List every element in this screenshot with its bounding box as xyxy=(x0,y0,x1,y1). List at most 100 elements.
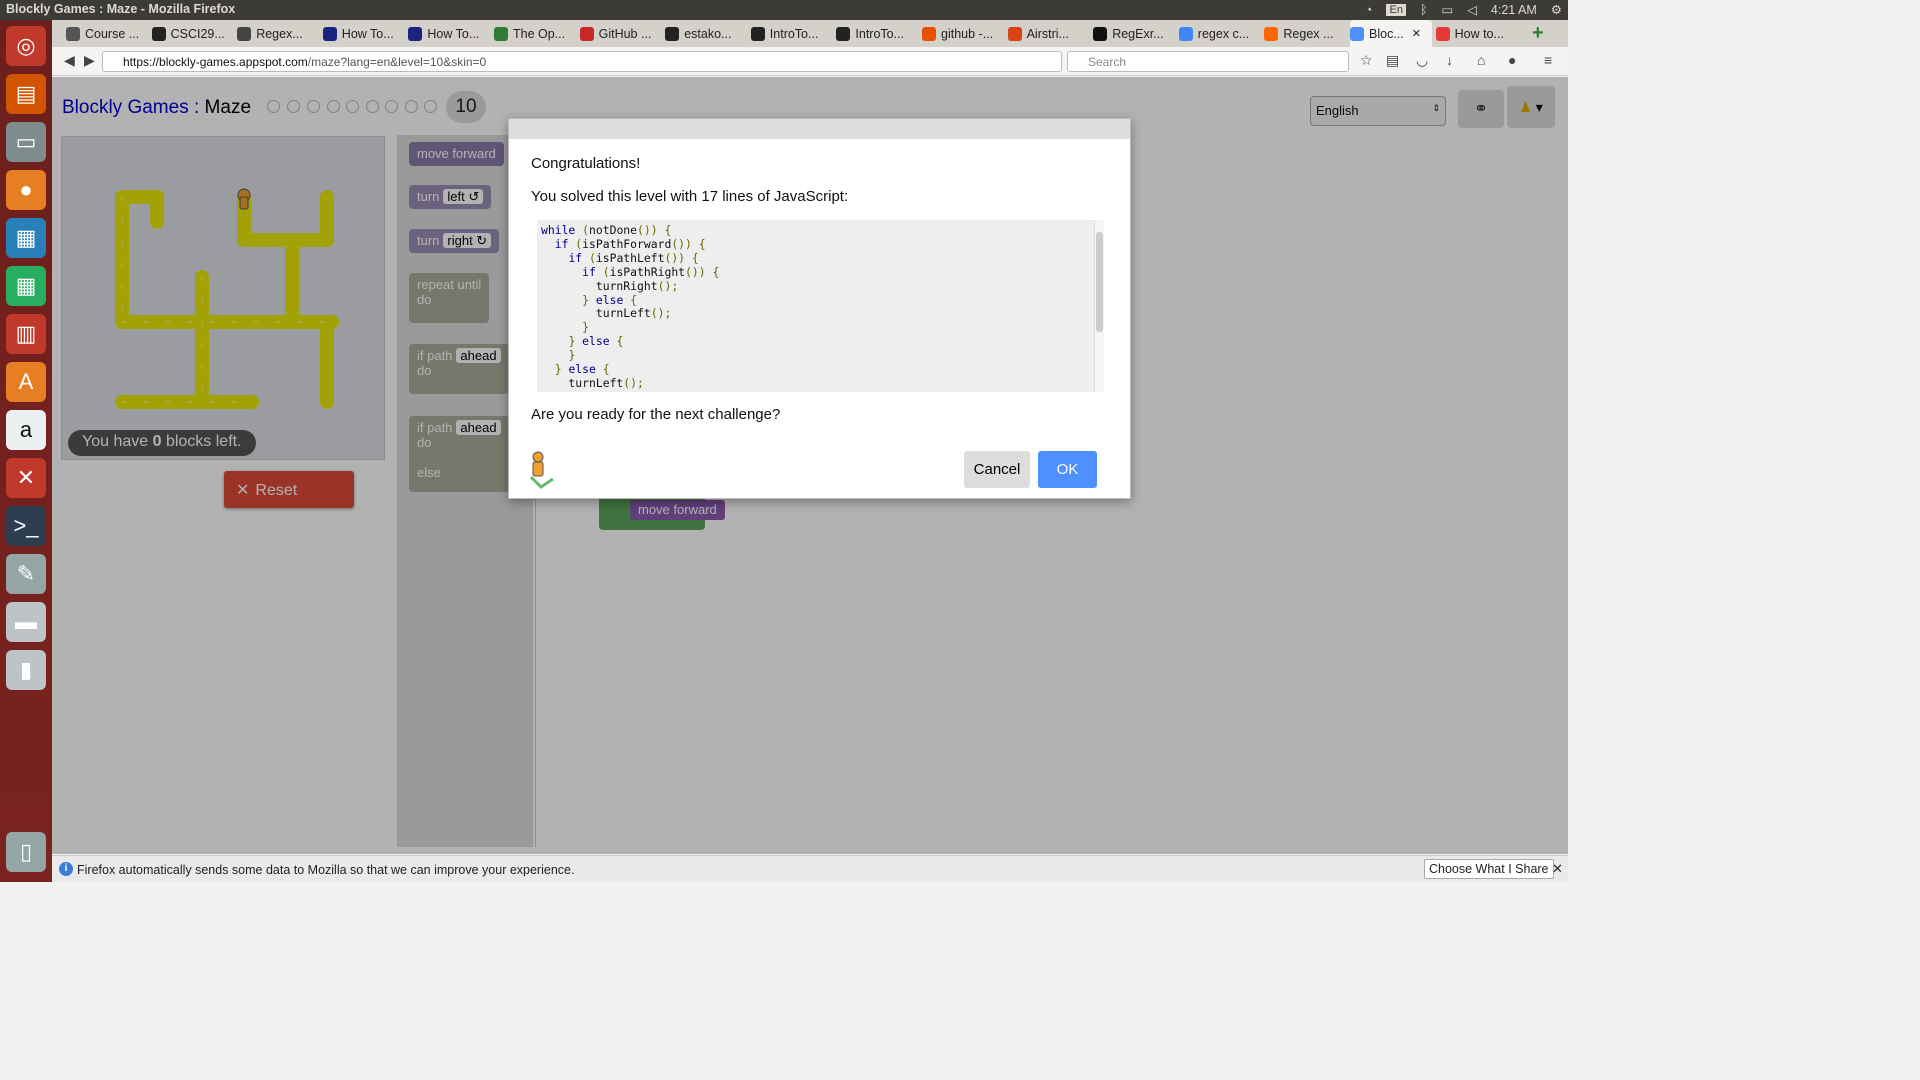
gear-icon[interactable]: ⚙ xyxy=(1551,2,1562,17)
tab-label: estako... xyxy=(684,26,732,41)
settings-icon[interactable]: ✕ xyxy=(6,458,46,498)
choose-what-i-share-button[interactable]: Choose What I Share xyxy=(1424,859,1554,879)
keyboard-indicator[interactable]: En xyxy=(1386,3,1406,16)
tab-label: How To... xyxy=(427,26,480,41)
system-top-bar: Blockly Games : Maze - Mozilla Firefox ◔… xyxy=(0,0,1568,20)
tab-label: Airstri... xyxy=(1026,26,1069,41)
browser-tab[interactable]: RegExr... xyxy=(1093,20,1175,47)
tab-favicon-icon xyxy=(1093,26,1108,41)
battery-icon[interactable]: ▭ xyxy=(1441,2,1453,17)
volume-icon[interactable]: ◁ xyxy=(1467,2,1477,17)
tab-favicon-icon xyxy=(1178,26,1193,41)
search-input[interactable]: Search xyxy=(1067,51,1349,72)
browser-tab[interactable]: estako... xyxy=(665,20,747,47)
menu-icon[interactable]: ≡ xyxy=(1544,52,1552,68)
tab-favicon-icon xyxy=(66,26,80,41)
bookmark-star-icon[interactable]: ☆ xyxy=(1360,52,1373,69)
dialog-titlebar xyxy=(509,119,1130,139)
tab-label: RegExr... xyxy=(1112,26,1164,41)
tab-label: How To... xyxy=(341,26,394,41)
pocket-icon[interactable]: ◡ xyxy=(1416,52,1428,69)
tab-favicon-icon xyxy=(579,26,594,41)
tab-favicon-icon xyxy=(494,26,508,41)
pegman-icon xyxy=(529,451,554,489)
tab-favicon-icon xyxy=(151,26,166,41)
tab-label: Bloc... xyxy=(1369,26,1404,41)
firefox-icon[interactable]: ● xyxy=(6,170,46,210)
forward-icon[interactable]: ▶ xyxy=(84,52,95,69)
notification-bar: i Firefox automatically sends some data … xyxy=(52,855,1568,882)
browser-tab[interactable]: How To... xyxy=(322,20,405,47)
bluetooth-icon[interactable]: ᛒ xyxy=(1420,3,1428,17)
usb-icon[interactable]: ▮ xyxy=(6,650,46,690)
congratulations-dialog: Congratulations! You solved this level w… xyxy=(508,118,1131,499)
tab-favicon-icon xyxy=(408,26,423,41)
tab-favicon-icon xyxy=(665,26,680,41)
writer-icon[interactable]: ▦ xyxy=(6,218,46,258)
tab-favicon-icon xyxy=(1435,26,1450,41)
browser-tab[interactable]: regex c... xyxy=(1178,20,1261,47)
tab-label: regex c... xyxy=(1197,26,1250,41)
browser-tab[interactable]: Airstri... xyxy=(1007,20,1090,47)
new-tab-button[interactable]: + xyxy=(1532,20,1544,47)
unity-launcher: ◎ ▤ ▭ ● ▦ ▦ ▥ A a ✕ >_ ✎ ▬ ▮ ▯ xyxy=(0,20,52,882)
javascript-code: while (notDone()) { if (isPathForward())… xyxy=(541,223,720,390)
tab-label: github -... xyxy=(941,26,994,41)
browser-tab[interactable]: Regex... xyxy=(237,20,319,47)
tab-label: Course ... xyxy=(85,26,140,41)
tab-label: Regex ... xyxy=(1283,26,1334,41)
impress-icon[interactable]: ▥ xyxy=(6,314,46,354)
close-icon[interactable]: ✕ xyxy=(1552,861,1563,877)
tab-favicon-icon xyxy=(836,26,851,41)
code-scrollbar[interactable] xyxy=(1094,220,1104,392)
files-icon[interactable]: ▤ xyxy=(6,74,46,114)
text-editor-icon[interactable]: ✎ xyxy=(6,554,46,594)
close-tab-icon[interactable]: ✕ xyxy=(1412,27,1421,40)
files-manager-icon[interactable]: ▭ xyxy=(6,122,46,162)
browser-tab[interactable]: Bloc... ✕ xyxy=(1350,20,1432,47)
dialog-question: Are you ready for the next challenge? xyxy=(531,406,781,423)
tab-label: IntroTo... xyxy=(769,26,819,41)
dialog-message: You solved this level with 17 lines of J… xyxy=(531,188,849,205)
tab-label: Regex... xyxy=(256,26,303,41)
tab-label: The Op... xyxy=(513,26,566,41)
browser-tab[interactable]: IntroTo... xyxy=(836,20,918,47)
terminal-icon[interactable]: >_ xyxy=(6,506,46,546)
browser-tab[interactable]: How to... xyxy=(1435,20,1518,47)
ubuntu-icon[interactable]: ◎ xyxy=(6,26,46,66)
download-icon[interactable]: ↓ xyxy=(1446,52,1453,68)
tab-favicon-icon xyxy=(750,26,765,41)
back-icon[interactable]: ◀ xyxy=(64,52,75,69)
info-icon: i xyxy=(59,862,73,876)
tab-label: IntroTo... xyxy=(855,26,905,41)
browser-tab[interactable]: CSCI29... xyxy=(151,20,234,47)
tab-strip: Course ... CSCI29... Regex... How To... How … xyxy=(52,20,1568,47)
tab-favicon-icon xyxy=(922,26,936,41)
browser-tab[interactable]: IntroTo... xyxy=(750,20,833,47)
url-bar[interactable]: https://blockly-games.appspot.com/maze?l… xyxy=(102,51,1062,72)
scrollbar-thumb[interactable] xyxy=(1096,232,1103,332)
browser-tab[interactable]: github -... xyxy=(922,20,1004,47)
browser-tab[interactable]: GitHub ... xyxy=(579,20,662,47)
code-box[interactable]: while (notDone()) { if (isPathForward())… xyxy=(537,220,1104,392)
browser-tab[interactable]: Regex ... xyxy=(1264,20,1346,47)
navigation-bar: ◀ ▶ https://blockly-games.appspot.com/ma… xyxy=(52,47,1568,76)
system-tray: ◔ En ᛒ ▭ ◁ 4:21 AM ⚙ xyxy=(1365,2,1562,18)
trash-icon[interactable]: ▯ xyxy=(6,832,46,872)
home-icon[interactable]: ⌂ xyxy=(1477,52,1485,68)
cancel-button[interactable]: Cancel xyxy=(964,451,1030,488)
software-center-icon[interactable]: A xyxy=(6,362,46,402)
calc-icon[interactable]: ▦ xyxy=(6,266,46,306)
clock[interactable]: 4:21 AM xyxy=(1491,3,1537,17)
browser-tab[interactable]: How To... xyxy=(408,20,490,47)
reading-list-icon[interactable]: ▤ xyxy=(1386,52,1399,69)
amazon-icon[interactable]: a xyxy=(6,410,46,450)
notification-text: Firefox automatically sends some data to… xyxy=(77,863,575,877)
disk-icon[interactable]: ▬ xyxy=(6,602,46,642)
tab-label: How to... xyxy=(1454,26,1504,41)
ok-button[interactable]: OK xyxy=(1038,451,1097,488)
wifi-icon[interactable]: ◔ xyxy=(1365,3,1373,17)
browser-tab[interactable]: Course ... xyxy=(66,20,148,47)
browser-tab[interactable]: The Op... xyxy=(494,20,576,47)
chat-icon[interactable]: ● xyxy=(1508,52,1516,68)
